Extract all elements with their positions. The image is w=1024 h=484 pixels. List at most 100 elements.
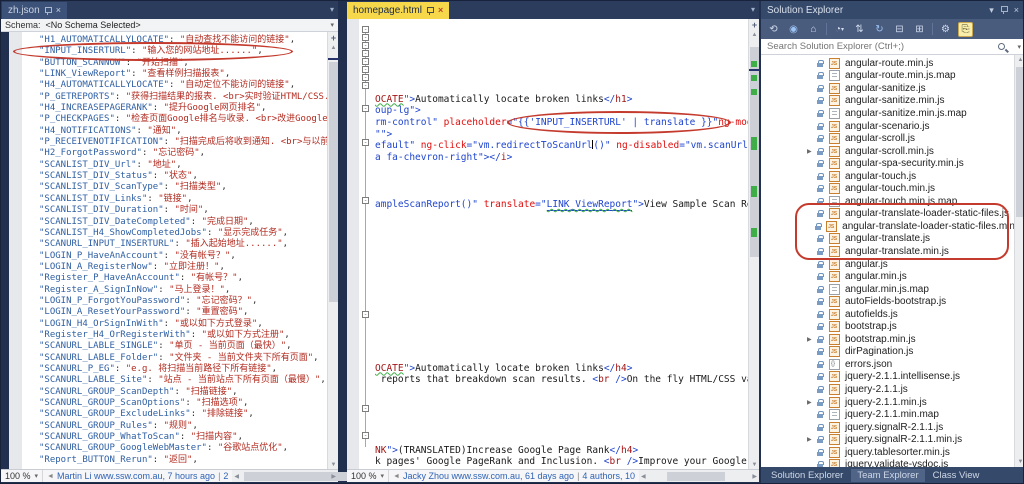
tree-item[interactable]: jquery.tablesorter.min.js [761,446,1024,459]
html-editor[interactable]: - - - - - - - - - - - - - - OCATE">Autom… [347,19,748,469]
json-line[interactable]: "LOGIN_P_ForgotYouPassword": "忘记密码？", [39,296,327,307]
json-line[interactable]: "H4_INCREASEPAGERANK": "提升Google网页排名", [39,103,327,114]
scroll-left-icon[interactable]: ◀ [641,473,646,480]
scroll-down-icon[interactable]: ▼ [1015,459,1024,465]
scroll-thumb[interactable] [329,62,338,302]
pin-icon[interactable] [45,7,51,15]
split-handle-icon[interactable]: + [328,33,339,43]
json-line[interactable]: "SCANLIST_DIV_Status": "状态", [39,171,327,182]
tree-item[interactable]: angular.min.js [761,270,1024,283]
fold-box[interactable]: - [362,139,369,146]
fold-box[interactable]: - [362,66,369,73]
tree-item[interactable]: autofields.js [761,308,1024,321]
tree-item[interactable]: jquery-2.1.1.intellisense.js [761,371,1024,384]
json-line[interactable]: "H1_AUTOMATICALLYLOCATE": "自动查找不能访问的链接", [39,35,327,46]
search-icon[interactable] [998,43,1005,50]
fold-box[interactable]: - [362,311,369,318]
refresh-icon[interactable]: ↻ [872,22,887,37]
fold-box[interactable]: - [362,405,369,412]
tree-vertical-scrollbar[interactable]: ▲ ▼ [1014,55,1024,467]
scroll-thumb[interactable] [1016,67,1024,217]
json-line[interactable]: "LOGIN_A_ResetYourPassword": "重置密码", [39,307,327,318]
fold-box[interactable]: - [362,82,369,89]
tree-item[interactable]: angular-route.min.js.map [761,70,1024,83]
close-icon[interactable]: × [438,6,443,15]
code-line[interactable]: NK">(TRANSLATED)Increase Google Page Ran… [375,445,638,457]
left-vertical-scrollbar[interactable]: + ▲ ▼ [327,32,338,469]
json-line[interactable]: "H2_ForgotPassword": "忘记密码", [39,148,327,159]
scroll-right-icon[interactable]: ▶ [331,473,336,480]
tree-item[interactable]: angular-sanitize.min.js [761,95,1024,108]
tree-item[interactable]: angular-translate.js [761,233,1024,246]
pin-icon[interactable] [427,7,433,15]
tree-item[interactable]: ▶jquery.signalR-2.1.1.min.js [761,433,1024,446]
tab-homepage-html[interactable]: homepage.html × [347,2,449,19]
json-line[interactable]: "SCANURL_GROUP_GoogleWebMaster": "谷歌站点优化… [39,443,327,454]
tree-item[interactable]: jquery.signalR-2.1.1.js [761,421,1024,434]
scroll-thumb[interactable] [667,472,725,481]
json-line[interactable]: "Report_BUTTON_Rerun": "返回", [39,455,327,466]
scroll-down-icon[interactable]: ▼ [749,462,760,468]
json-line[interactable]: "LOGIN_H4_OrSignInWith": "或以如下方式登录", [39,319,327,330]
tree-item[interactable]: angular-translate-loader-static-files.mi… [761,220,1024,233]
code-line[interactable]: efault" ng-click="vm.redirectToScanUrl()… [375,140,748,152]
json-line[interactable]: "SCANURL_P_EG": "e.g. 将扫描当前路径下所有链接", [39,364,327,375]
json-line[interactable]: "LINK_ViewReport": "查看样例扫描报表", [39,69,327,80]
tab-class-view[interactable]: Class View [927,469,986,482]
tree-item[interactable]: angular-translate-loader-static-files.js [761,208,1024,221]
json-line[interactable]: "P_GETREPORTS": "获得扫描结果的报表. <br>实时验证HTML… [39,92,327,103]
pin-icon[interactable] [1001,6,1007,14]
scroll-right-icon[interactable]: ▶ [752,473,757,480]
json-line[interactable]: "SCANLIST_H4_ShowCompletedJobs": "显示完成任务… [39,228,327,239]
tree-item[interactable]: angular-scroll.js [761,132,1024,145]
json-line[interactable]: "LOGIN_A_RegisterNow": "立即注册！", [39,262,327,273]
solution-explorer-header[interactable]: Solution Explorer ▾ × [761,1,1024,19]
tree-item[interactable]: jquery-2.1.1.js [761,383,1024,396]
zoom-control[interactable]: 100 % ▾ [1,470,43,482]
code-line[interactable]: reports that breakdown scan results. <br… [375,374,748,386]
home-icon[interactable]: ⌂ [806,22,821,37]
scroll-up-icon[interactable]: ▲ [1015,57,1024,63]
fold-box[interactable]: - [362,34,369,41]
json-line[interactable]: "SCANURL_INPUT_INSERTURL": "插入起始地址......… [39,239,327,250]
tree-item[interactable]: angular-translate.min.js [761,245,1024,258]
expand-arrow-icon[interactable]: ▶ [807,399,817,406]
scroll-down-icon[interactable]: ▼ [328,462,339,468]
tree-item[interactable]: angular-sanitize.js [761,82,1024,95]
chevron-down-icon[interactable]: ▾ [989,5,994,16]
history-indicator[interactable]: ◄ Martin Li www.ssw.com.au, 7 hours ago … [43,471,232,481]
fold-box[interactable]: - [362,42,369,49]
expand-arrow-icon[interactable]: ▶ [807,148,817,155]
tree-item[interactable]: jquery.validate-vsdoc.js [761,459,1024,468]
json-line[interactable]: "SCANURL_GROUP_ExcludeLinks": "排除链接", [39,409,327,420]
json-line[interactable]: "SCANLIST_DIV_Url": "地址", [39,160,327,171]
chevron-down-icon[interactable]: ▾ [1017,43,1021,51]
history-indicator[interactable]: ◄ Jacky Zhou www.ssw.com.au, 61 days ago… [389,471,639,481]
chevron-down-icon[interactable]: ▾ [330,21,334,29]
tree-item[interactable]: jquery-2.1.1.min.map [761,408,1024,421]
tree-item[interactable]: angular-scenario.js [761,120,1024,133]
code-line[interactable]: rm-control" placeholder="{{'INPUT_INSERT… [375,117,748,129]
close-icon[interactable]: × [1014,5,1019,15]
fold-box[interactable]: - [362,197,369,204]
json-line[interactable]: "SCANURL_GROUP_ScanDepth": "扫描链接", [39,387,327,398]
json-line[interactable]: "SCANLIST_DIV_Duration": "时间", [39,205,327,216]
middle-vertical-scrollbar[interactable]: + ▲ ▼ [748,19,759,469]
sort-icon[interactable]: ⇅ [852,22,867,37]
json-line[interactable]: "SCANURL_GROUP_Rules": "规则", [39,421,327,432]
tree-item[interactable]: angular-spa-security.min.js [761,157,1024,170]
tree-item[interactable]: dirPagination.js [761,346,1024,359]
code-line[interactable]: OCATE">Automatically locate broken links… [375,363,632,375]
json-line[interactable]: "SCANURL_LABLE_Folder": "文件夹 - 当前文件夹下所有页… [39,353,327,364]
tree-item[interactable]: angular.min.js.map [761,283,1024,296]
show-all-files-icon[interactable]: ⊞ [912,22,927,37]
json-line[interactable]: "BUTTON_SCANNOW": "开始扫描", [39,58,327,69]
json-line[interactable]: "SCANLIST_DIV_ScanType": "扫描类型", [39,182,327,193]
properties-wrench-icon[interactable]: ⚙ [938,22,953,37]
chevron-down-icon[interactable]: ▾ [751,5,755,14]
split-handle-icon[interactable]: + [749,20,760,30]
json-line[interactable]: "SCANURL_LABLE_Site": "站点 - 当前站点下所有页面（最慢… [39,375,327,386]
zoom-control[interactable]: 100 % ▾ [347,470,389,482]
code-line[interactable]: OCATE">Automatically locate broken links… [375,94,632,106]
tab-zh-json[interactable]: zh.json × [2,2,67,19]
